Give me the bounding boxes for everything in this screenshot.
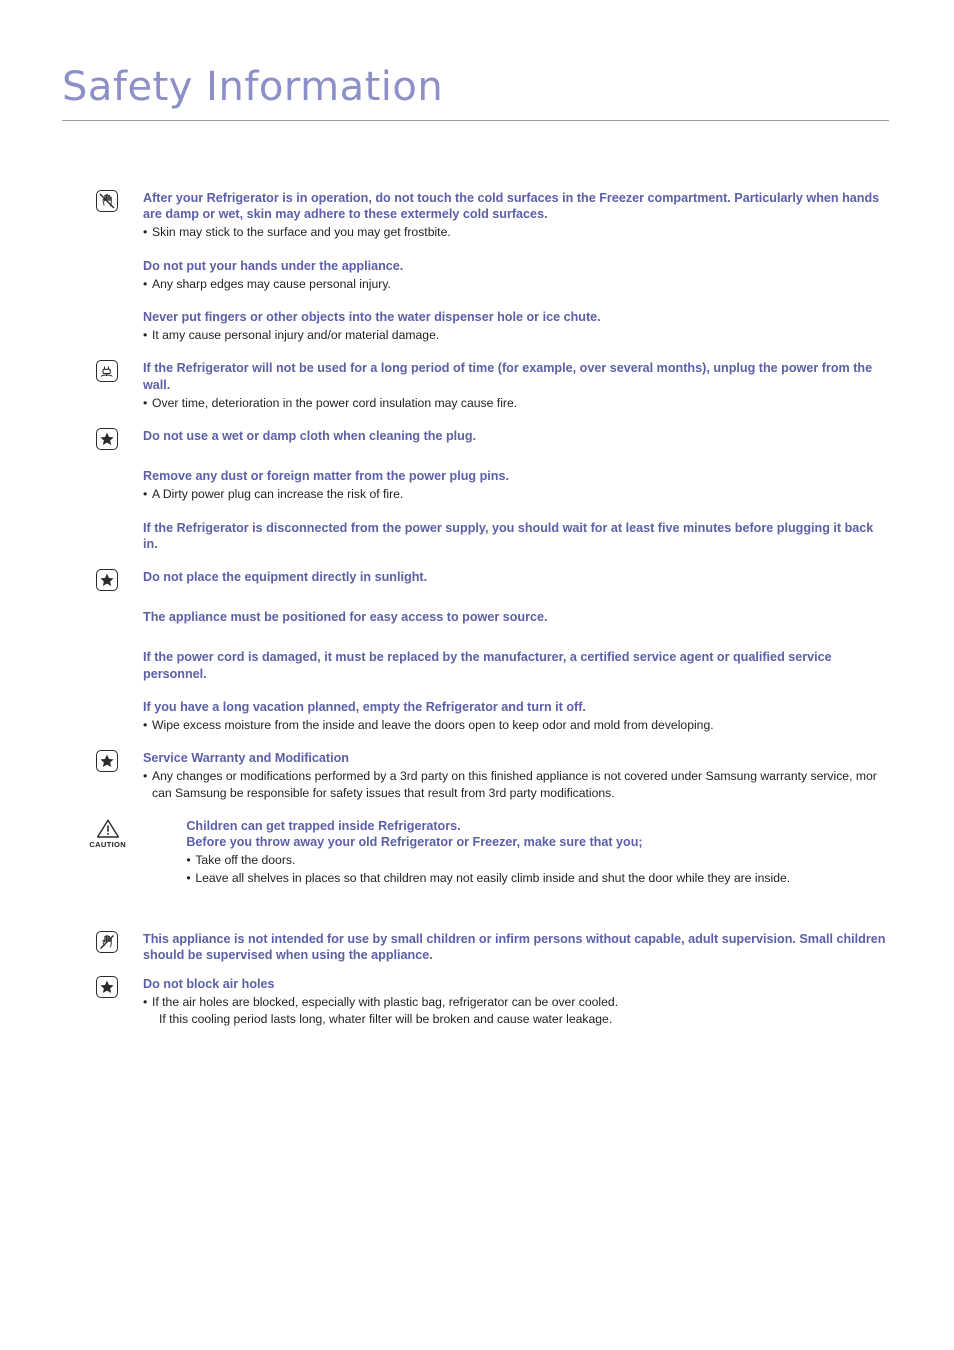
safety-item-body: Do not put your hands under the applianc…	[96, 258, 890, 293]
safety-heading: If the Refrigerator is disconnected from…	[143, 520, 874, 551]
title-divider	[62, 120, 889, 121]
safety-item-body: If the power cord is damaged, it must be…	[96, 649, 890, 681]
caution-icon: CAUTION	[86, 818, 129, 849]
safety-heading: Do not block air holes	[143, 977, 275, 992]
safety-item: This appliance is not intended for use b…	[0, 930, 954, 963]
safety-heading: After your Refrigerator is in operation,…	[143, 191, 880, 222]
safety-heading: Do not place the equipment directly in s…	[143, 570, 428, 585]
safety-heading: If the power cord is damaged, it must be…	[143, 650, 832, 681]
safety-item: Do not place the equipment directly in s…	[0, 569, 954, 592]
safety-item-body: Do not block air holes If the air holes …	[96, 976, 890, 1027]
safety-item-body: If the Refrigerator will not be used for…	[96, 360, 890, 411]
safety-bullet: If the air holes are blocked, especially…	[143, 994, 890, 1026]
safety-item-body: Do not use a wet or damp cloth when clea…	[96, 428, 890, 444]
safety-content: After your Refrigerator is in operation,…	[0, 190, 954, 1027]
safety-bullet: Any sharp edges may cause personal injur…	[143, 276, 890, 292]
safety-heading: Never put fingers or other objects into …	[143, 310, 601, 325]
safety-heading: Remove any dust or foreign matter from t…	[143, 469, 509, 484]
safety-item: Remove any dust or foreign matter from t…	[0, 468, 954, 503]
safety-bullet: A Dirty power plug can increase the risk…	[143, 486, 890, 502]
safety-bullet: Leave all shelves in places so that chil…	[186, 870, 890, 886]
safety-item-body: Remove any dust or foreign matter from t…	[96, 468, 890, 503]
safety-bullet: Take off the doors.	[186, 852, 890, 868]
safety-item: Never put fingers or other objects into …	[0, 309, 954, 344]
safety-item: Service Warranty and Modification Any ch…	[0, 750, 954, 801]
safety-item: Do not block air holes If the air holes …	[0, 976, 954, 1027]
safety-item: After your Refrigerator is in operation,…	[0, 190, 954, 241]
safety-item-body: Never put fingers or other objects into …	[96, 309, 890, 344]
safety-item-body: Do not place the equipment directly in s…	[96, 569, 890, 585]
page-title: Safety Information	[62, 64, 444, 110]
safety-item-body: After your Refrigerator is in operation,…	[96, 190, 890, 241]
star-icon	[96, 428, 130, 452]
safety-bullet-text: If the air holes are blocked, especially…	[152, 995, 619, 1010]
safety-heading: Do not put your hands under the applianc…	[143, 258, 404, 273]
safety-item: The appliance must be positioned for eas…	[0, 609, 954, 625]
safety-item-caution: CAUTION Children can get trapped inside …	[0, 818, 954, 887]
safety-heading: Children can get trapped inside Refriger…	[186, 818, 461, 833]
safety-item-body: If you have a long vacation planned, emp…	[96, 699, 890, 734]
safety-bullet-continuation: If this cooling period lasts long, whate…	[159, 1011, 613, 1026]
unplug-power-icon	[96, 360, 130, 384]
safety-bullet: Wipe excess moisture from the inside and…	[143, 717, 890, 733]
safety-item: If the power cord is damaged, it must be…	[0, 649, 954, 681]
star-icon	[96, 976, 130, 1000]
safety-item: If the Refrigerator is disconnected from…	[0, 520, 954, 552]
document-page: Safety Information After your Refrigerat…	[0, 0, 954, 1350]
safety-heading: Before you throw away your old Refrigera…	[186, 835, 643, 850]
safety-item: Do not put your hands under the applianc…	[0, 258, 954, 293]
safety-heading: Service Warranty and Modification	[143, 751, 349, 766]
safety-item-body: The appliance must be positioned for eas…	[96, 609, 890, 625]
safety-item: If the Refrigerator will not be used for…	[0, 360, 954, 411]
safety-bullet: Any changes or modifications performed b…	[143, 768, 890, 800]
safety-bullet: Over time, deterioration in the power co…	[143, 395, 890, 411]
safety-item-body: Children can get trapped inside Refriger…	[139, 818, 890, 887]
no-hand-icon	[96, 930, 130, 955]
star-icon	[96, 750, 130, 774]
safety-heading: This appliance is not intended for use b…	[143, 931, 886, 962]
safety-bullet: Skin may stick to the surface and you ma…	[143, 224, 890, 240]
safety-bullet: It amy cause personal injury and/or mate…	[143, 327, 890, 343]
safety-item-body: This appliance is not intended for use b…	[96, 931, 890, 963]
star-icon	[96, 569, 130, 593]
safety-item-body: If the Refrigerator is disconnected from…	[96, 520, 890, 552]
safety-heading: The appliance must be positioned for eas…	[143, 610, 548, 625]
safety-heading: If you have a long vacation planned, emp…	[143, 699, 586, 714]
safety-heading: Do not use a wet or damp cloth when clea…	[143, 429, 477, 444]
caution-label: CAUTION	[89, 839, 127, 849]
safety-item-body: Service Warranty and Modification Any ch…	[96, 750, 890, 801]
no-touch-cold-surface-icon	[96, 190, 130, 214]
safety-heading: If the Refrigerator will not be used for…	[143, 361, 873, 392]
safety-item: If you have a long vacation planned, emp…	[0, 699, 954, 734]
safety-item: Do not use a wet or damp cloth when clea…	[0, 428, 954, 451]
